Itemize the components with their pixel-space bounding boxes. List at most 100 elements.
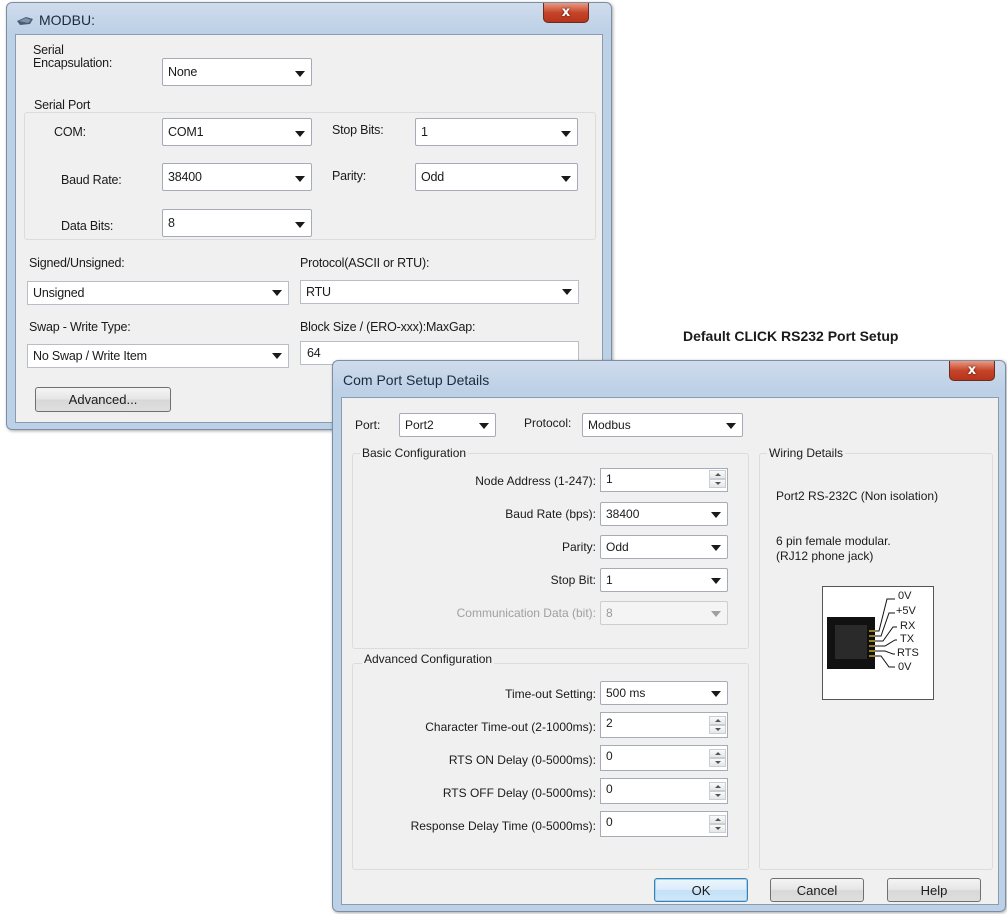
- down-arrow-icon[interactable]: [709, 479, 726, 488]
- serial-encapsulation-select[interactable]: None: [162, 58, 312, 86]
- communication-data-value: 8: [606, 606, 613, 620]
- advanced-button-label: Advanced...: [68, 392, 138, 407]
- down-arrow-icon[interactable]: [709, 824, 726, 833]
- rts-on-delay-spinner[interactable]: 0: [600, 745, 728, 771]
- protocol-label: Protocol(ASCII or RTU):: [300, 256, 430, 270]
- com-port-close-button[interactable]: x: [949, 361, 995, 381]
- port-select[interactable]: Port2: [399, 413, 496, 437]
- signed-unsigned-select[interactable]: Unsigned: [27, 281, 289, 305]
- ok-button-label: OK: [691, 882, 711, 898]
- rts-off-delay-spinner[interactable]: 0: [600, 778, 728, 804]
- rj12-jack-icon: [827, 598, 897, 669]
- baud-rate-value: 38400: [606, 507, 640, 521]
- com-port-client: Port: Port2 Protocol: Modbus Basic Confi…: [341, 397, 999, 905]
- down-arrow-icon[interactable]: [709, 758, 726, 767]
- parity-select[interactable]: Odd: [600, 535, 728, 559]
- modbu-close-button[interactable]: x: [543, 3, 589, 23]
- baud-rate-select[interactable]: 38400: [162, 163, 312, 191]
- parity-label: Parity:: [561, 540, 596, 554]
- down-arrow-icon[interactable]: [709, 791, 726, 800]
- pin-label-rts: RTS: [897, 647, 919, 659]
- advanced-button[interactable]: Advanced...: [35, 387, 171, 412]
- modbu-title: MODBU:: [39, 12, 95, 28]
- character-timeout-spinner[interactable]: 2: [600, 712, 728, 738]
- up-arrow-icon[interactable]: [709, 815, 726, 824]
- pin-label-rx: RX: [900, 620, 916, 632]
- spinner-buttons[interactable]: [709, 782, 726, 800]
- chevron-down-icon: [711, 611, 721, 617]
- chevron-down-icon: [561, 131, 571, 137]
- pin-label-5v: +5V: [896, 605, 916, 617]
- protocol-value: RTU: [306, 285, 331, 299]
- com-select[interactable]: COM1: [162, 118, 312, 146]
- com-value: COM1: [168, 125, 204, 139]
- node-address-spinner[interactable]: 1: [600, 468, 728, 492]
- response-delay-spinner[interactable]: 0: [600, 811, 728, 837]
- up-arrow-icon[interactable]: [709, 716, 726, 725]
- spinner-buttons[interactable]: [709, 716, 726, 734]
- chevron-down-icon: [295, 71, 305, 77]
- ok-button[interactable]: OK: [654, 878, 748, 902]
- wiring-desc-line1: 6 pin female modular.: [776, 534, 891, 548]
- spinner-buttons[interactable]: [709, 749, 726, 767]
- data-bits-value: 8: [168, 216, 175, 230]
- stop-bits-select[interactable]: 1: [415, 118, 578, 146]
- cancel-button[interactable]: Cancel: [770, 878, 864, 902]
- serial-encapsulation-value: None: [168, 65, 198, 79]
- parity-value: Odd: [606, 540, 629, 554]
- chevron-down-icon: [561, 176, 571, 182]
- chevron-down-icon: [295, 222, 305, 228]
- chevron-down-icon: [711, 578, 721, 584]
- chevron-down-icon: [272, 290, 282, 296]
- spinner-buttons[interactable]: [709, 815, 726, 833]
- data-bits-label: Data Bits:: [61, 219, 114, 233]
- com-port-title: Com Port Setup Details: [343, 372, 490, 388]
- swap-write-type-select[interactable]: No Swap / Write Item: [27, 344, 289, 368]
- app-icon: [17, 17, 33, 25]
- help-button[interactable]: Help: [887, 878, 981, 902]
- character-timeout-value: 2: [606, 716, 613, 730]
- communication-data-select: 8: [600, 601, 728, 625]
- com-port-titlebar[interactable]: Com Port Setup Details x: [333, 361, 1005, 393]
- stop-bits-value: 1: [421, 125, 428, 139]
- protocol-select[interactable]: RTU: [300, 280, 579, 304]
- wiring-details-title: Wiring Details: [767, 446, 846, 460]
- modbu-titlebar[interactable]: MODBU: x: [7, 3, 611, 35]
- character-timeout-label: Character Time-out (2-1000ms):: [425, 720, 596, 734]
- chevron-down-icon: [711, 691, 721, 697]
- port-value: Port2: [405, 418, 434, 432]
- baud-rate-select[interactable]: 38400: [600, 502, 728, 526]
- up-arrow-icon[interactable]: [709, 782, 726, 791]
- advanced-configuration-title: Advanced Configuration: [362, 652, 495, 666]
- timeout-setting-value: 500 ms: [606, 686, 646, 700]
- stop-bit-select[interactable]: 1: [600, 568, 728, 592]
- spinner-buttons[interactable]: [709, 470, 726, 488]
- signed-unsigned-label: Signed/Unsigned:: [29, 256, 125, 270]
- pin-label-0v-top: 0V: [898, 590, 912, 602]
- timeout-setting-label: Time-out Setting:: [505, 687, 596, 701]
- serial-port-group-title: Serial Port: [32, 98, 93, 112]
- close-icon: x: [967, 363, 977, 378]
- basic-configuration-title: Basic Configuration: [360, 446, 469, 460]
- rts-off-delay-value: 0: [606, 782, 613, 796]
- down-arrow-icon[interactable]: [709, 725, 726, 734]
- rj12-diagram: 0V +5V RX TX RTS 0V: [822, 586, 934, 700]
- chevron-down-icon: [272, 353, 282, 359]
- protocol-value: Modbus: [588, 418, 631, 432]
- com-label: COM:: [54, 125, 86, 139]
- up-arrow-icon[interactable]: [709, 749, 726, 758]
- up-arrow-icon[interactable]: [709, 470, 726, 479]
- timeout-setting-select[interactable]: 500 ms: [600, 681, 728, 705]
- response-delay-label: Response Delay Time (0-5000ms):: [410, 819, 596, 833]
- com-port-setup-window: Com Port Setup Details x Port: Port2 Pro…: [332, 360, 1006, 912]
- stop-bit-value: 1: [606, 573, 613, 587]
- chevron-down-icon: [562, 289, 572, 295]
- parity-select[interactable]: Odd: [415, 163, 578, 191]
- protocol-select[interactable]: Modbus: [582, 413, 743, 437]
- stop-bits-label: Stop Bits:: [332, 123, 384, 137]
- chevron-down-icon: [295, 176, 305, 182]
- port-label: Port:: [355, 418, 381, 432]
- data-bits-select[interactable]: 8: [162, 209, 312, 237]
- parity-label: Parity:: [332, 169, 367, 183]
- rts-off-delay-label: RTS OFF Delay (0-5000ms):: [442, 786, 596, 800]
